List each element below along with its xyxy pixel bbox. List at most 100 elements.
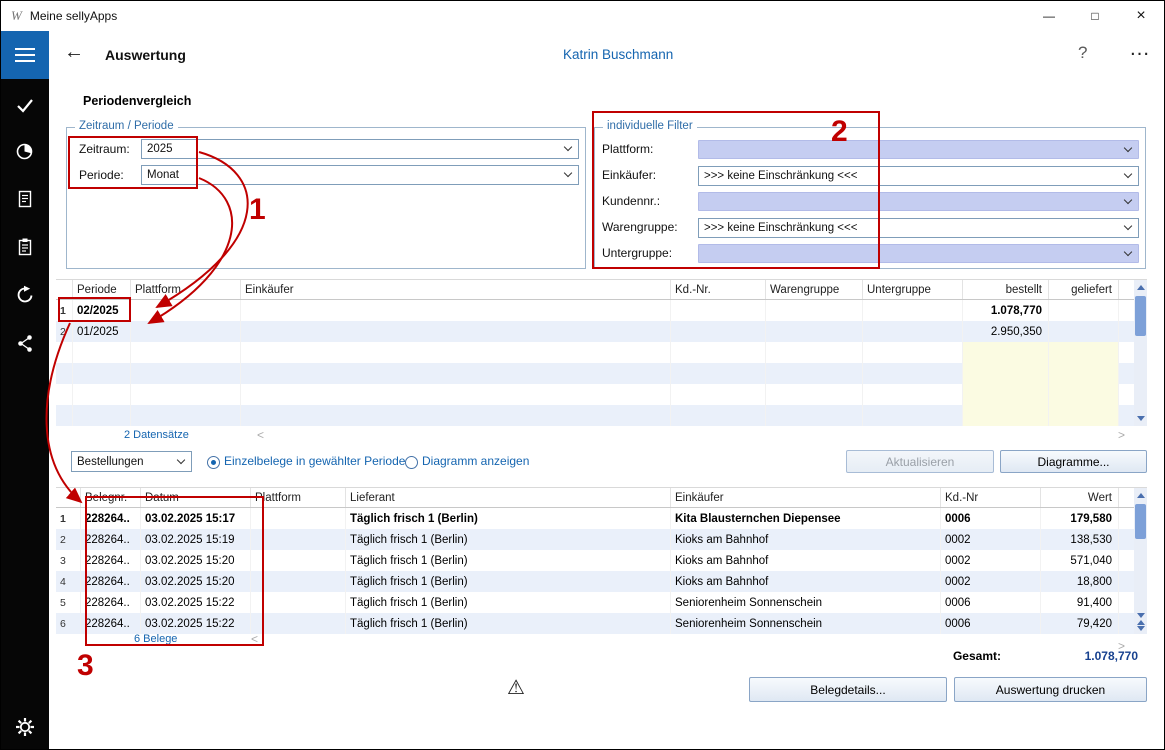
period-table-header: Periode Plattform Einkäufer Kd.-Nr. Ware… xyxy=(56,280,1147,300)
detail-table-header: Belegnr. Datum Plattform Lieferant Einkä… xyxy=(56,488,1147,508)
maximize-button[interactable]: □ xyxy=(1072,1,1118,31)
col-lieferant[interactable]: Lieferant xyxy=(346,488,671,507)
zeitraum-value: 2025 xyxy=(147,143,173,155)
detail-table-scrollbar[interactable] xyxy=(1134,488,1147,634)
radio-einzelbelege[interactable] xyxy=(207,456,220,469)
col-kdnr[interactable]: Kd.-Nr. xyxy=(671,280,766,299)
warengruppe-filter-select[interactable]: >>> keine Einschränkung <<< xyxy=(698,218,1139,238)
radio-einzelbelege-label[interactable]: Einzelbelege in gewählter Periode xyxy=(224,454,405,468)
chevron-down-icon xyxy=(1124,247,1132,255)
sidebar xyxy=(1,31,49,749)
section-heading: Periodenvergleich xyxy=(83,94,191,108)
diagramme-button[interactable]: Diagramme... xyxy=(1000,450,1147,473)
more-menu-icon[interactable]: … xyxy=(1129,37,1150,61)
chevron-down-icon xyxy=(1124,143,1132,151)
kundennr-filter-label: Kundennr.: xyxy=(602,194,660,208)
help-icon[interactable]: ? xyxy=(1078,43,1087,63)
col-geliefert[interactable]: geliefert xyxy=(1049,280,1119,299)
detail-pager-prev[interactable]: < xyxy=(251,632,258,646)
beleg-row-4[interactable]: 4 228264.. 03.02.2025 15:20 Täglich fris… xyxy=(56,571,1147,592)
app-window: W Meine sellyApps — □ × ← xyxy=(0,0,1165,750)
col-datum[interactable]: Datum xyxy=(141,488,251,507)
einkaeufer-filter-label: Einkäufer: xyxy=(602,168,656,182)
detail-table-count: 6 Belege xyxy=(134,633,177,645)
col-wert[interactable]: Wert xyxy=(1041,488,1119,507)
aktualisieren-button[interactable]: Aktualisieren xyxy=(846,450,994,473)
app-logo-icon: W xyxy=(11,8,22,24)
warengruppe-filter-label: Warengruppe: xyxy=(602,220,678,234)
auswertung-drucken-button[interactable]: Auswertung drucken xyxy=(954,677,1147,702)
col-einkaeufer[interactable]: Einkäufer xyxy=(671,488,941,507)
periode-value: Monat xyxy=(147,169,179,181)
belegdetails-button[interactable]: Belegdetails... xyxy=(749,677,947,702)
minimize-button[interactable]: — xyxy=(1026,1,1072,31)
chevron-down-icon xyxy=(177,455,185,463)
col-plattform[interactable]: Plattform xyxy=(251,488,346,507)
empty-row xyxy=(56,384,1147,405)
col-untergruppe[interactable]: Untergruppe xyxy=(863,280,963,299)
close-button[interactable]: × xyxy=(1118,1,1164,31)
beleg-row-3[interactable]: 3 228264.. 03.02.2025 15:20 Täglich fris… xyxy=(56,550,1147,571)
plattform-filter-select[interactable] xyxy=(698,140,1139,159)
radio-diagramm-label[interactable]: Diagramm anzeigen xyxy=(422,454,529,468)
chevron-down-icon xyxy=(1124,195,1132,203)
period-row-2[interactable]: 2 01/2025 2.950,350 xyxy=(56,321,1147,342)
beleg-row-1[interactable]: 1 228264.. 03.02.2025 15:17 Täglich fris… xyxy=(56,508,1147,529)
kundennr-filter-select[interactable] xyxy=(698,192,1139,211)
window-title: Meine sellyApps xyxy=(30,9,117,23)
untergruppe-filter-label: Untergruppe: xyxy=(602,246,672,260)
document-icon[interactable] xyxy=(1,183,49,215)
period-table-count: 2 Datensätze xyxy=(124,429,189,441)
col-warengruppe[interactable]: Warengruppe xyxy=(766,280,863,299)
beleg-row-5[interactable]: 5 228264.. 03.02.2025 15:22 Täglich fris… xyxy=(56,592,1147,613)
period-row-1[interactable]: 1 02/2025 1.078,770 xyxy=(56,300,1147,321)
user-name[interactable]: Katrin Buschmann xyxy=(563,47,673,62)
col-kdnr[interactable]: Kd.-Nr xyxy=(941,488,1041,507)
annotation-number-3: 3 xyxy=(77,649,94,683)
page-title: Auswertung xyxy=(105,47,186,63)
back-arrow-icon[interactable]: ← xyxy=(64,41,84,64)
periode-select[interactable]: Monat xyxy=(141,165,579,185)
period-pager-prev[interactable]: < xyxy=(257,428,264,442)
warning-icon: ⚠ xyxy=(507,675,525,700)
chevron-down-icon xyxy=(564,143,572,151)
zeitraum-label: Zeitraum: xyxy=(79,142,130,156)
gesamt-label: Gesamt: xyxy=(876,649,1001,663)
plattform-filter-label: Plattform: xyxy=(602,142,653,156)
filter-groupbox-title: individuelle Filter xyxy=(603,120,697,132)
beleg-row-6[interactable]: 6 228264.. 03.02.2025 15:22 Täglich fris… xyxy=(56,613,1147,634)
titlebar: W Meine sellyApps — □ × xyxy=(1,1,1164,31)
detail-table: Belegnr. Datum Plattform Lieferant Einkä… xyxy=(56,487,1147,634)
empty-row xyxy=(56,405,1147,426)
pie-chart-icon[interactable] xyxy=(1,135,49,167)
clipboard-icon[interactable] xyxy=(1,231,49,263)
window-controls: — □ × xyxy=(1026,1,1164,31)
period-table-scrollbar[interactable] xyxy=(1134,280,1147,426)
sync-icon[interactable] xyxy=(1,279,49,311)
col-periode[interactable]: Periode xyxy=(73,280,131,299)
share-icon[interactable] xyxy=(1,327,49,359)
chevron-down-icon xyxy=(1124,222,1132,230)
menu-icon[interactable] xyxy=(1,31,49,79)
zeitraum-select[interactable]: 2025 xyxy=(141,139,579,159)
gear-icon[interactable] xyxy=(1,711,49,743)
belegtyp-select[interactable]: Bestellungen xyxy=(71,451,192,472)
col-bestellt[interactable]: bestellt xyxy=(963,280,1049,299)
col-belegnr[interactable]: Belegnr. xyxy=(81,488,141,507)
chevron-down-icon xyxy=(1124,170,1132,178)
col-plattform[interactable]: Plattform xyxy=(131,280,241,299)
radio-diagramm[interactable] xyxy=(405,456,418,469)
gesamt-value: 1.078,770 xyxy=(1011,649,1138,663)
period-pager-next[interactable]: > xyxy=(1118,428,1125,442)
period-table: Periode Plattform Einkäufer Kd.-Nr. Ware… xyxy=(56,279,1147,426)
beleg-row-2[interactable]: 2 228264.. 03.02.2025 15:19 Täglich fris… xyxy=(56,529,1147,550)
chevron-down-icon xyxy=(564,169,572,177)
period-groupbox-title: Zeitraum / Periode xyxy=(75,120,178,132)
empty-row xyxy=(56,342,1147,363)
check-icon[interactable] xyxy=(1,89,49,121)
col-einkaeufer[interactable]: Einkäufer xyxy=(241,280,671,299)
untergruppe-filter-select[interactable] xyxy=(698,244,1139,263)
einkaeufer-filter-select[interactable]: >>> keine Einschränkung <<< xyxy=(698,166,1139,186)
empty-row xyxy=(56,363,1147,384)
periode-label: Periode: xyxy=(79,168,124,182)
